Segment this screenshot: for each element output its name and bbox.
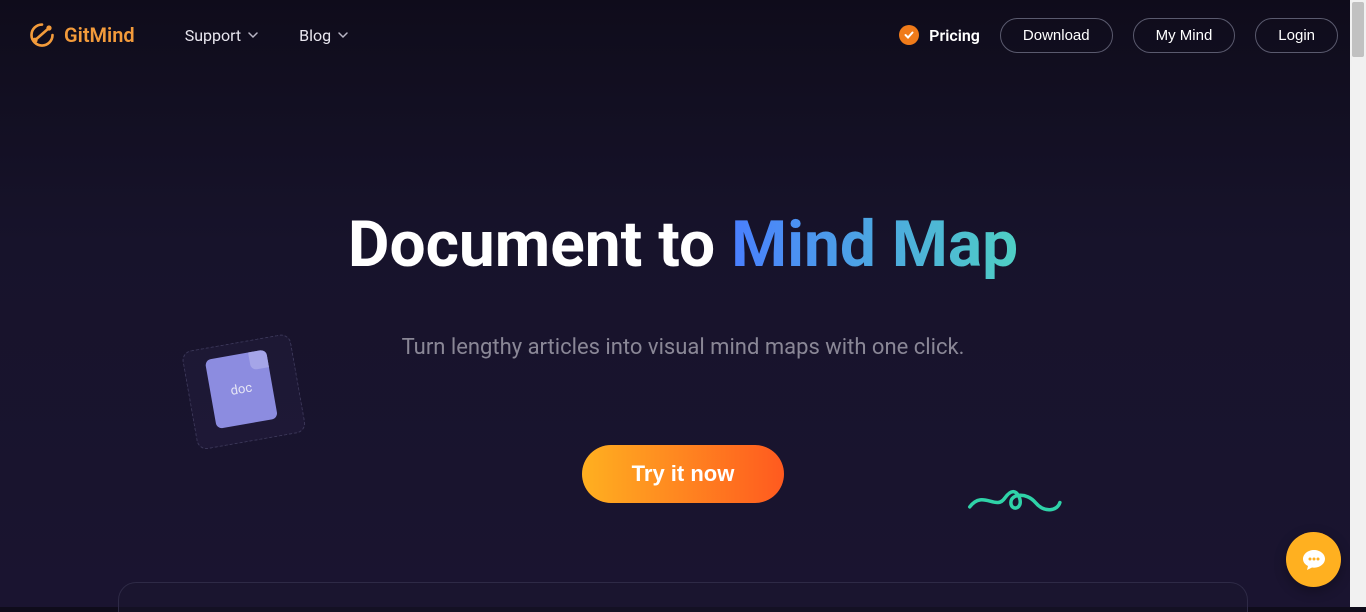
- logo-text: GitMind: [64, 23, 135, 47]
- logo[interactable]: GitMind: [28, 21, 135, 49]
- login-button[interactable]: Login: [1255, 18, 1338, 53]
- chevron-down-icon: [337, 29, 349, 41]
- header: GitMind Support Blog Pricing Download: [0, 0, 1366, 70]
- pricing-label: Pricing: [929, 26, 980, 45]
- hero-title-part1: Document to: [348, 207, 731, 282]
- chevron-down-icon: [247, 29, 259, 41]
- nav-pricing[interactable]: Pricing: [899, 25, 980, 45]
- nav-left: Support Blog: [185, 26, 349, 45]
- hero: Document to Mind Map Turn lengthy articl…: [0, 70, 1366, 503]
- doc-file-icon: doc: [205, 349, 278, 429]
- nav-blog-label: Blog: [299, 26, 331, 45]
- gitmind-logo-icon: [28, 21, 56, 49]
- nav-support[interactable]: Support: [185, 26, 259, 45]
- chat-icon: [1300, 546, 1328, 574]
- scrollbar-thumb[interactable]: [1352, 2, 1364, 57]
- swirl-decoration-icon: [961, 485, 1066, 520]
- checkmark-icon: [899, 25, 919, 45]
- download-button[interactable]: Download: [1000, 18, 1113, 53]
- my-mind-button[interactable]: My Mind: [1133, 18, 1236, 53]
- chat-button[interactable]: [1286, 532, 1341, 587]
- content-panel: [118, 582, 1248, 612]
- nav-support-label: Support: [185, 26, 241, 45]
- scrollbar[interactable]: [1350, 0, 1366, 607]
- nav-right: Pricing Download My Mind Login: [899, 18, 1338, 53]
- try-it-now-button[interactable]: Try it now: [582, 445, 785, 503]
- hero-title: Document to Mind Map: [0, 210, 1366, 280]
- doc-illustration: doc: [181, 330, 329, 466]
- nav-blog[interactable]: Blog: [299, 26, 349, 45]
- hero-title-part2: Mind Map: [731, 207, 1018, 282]
